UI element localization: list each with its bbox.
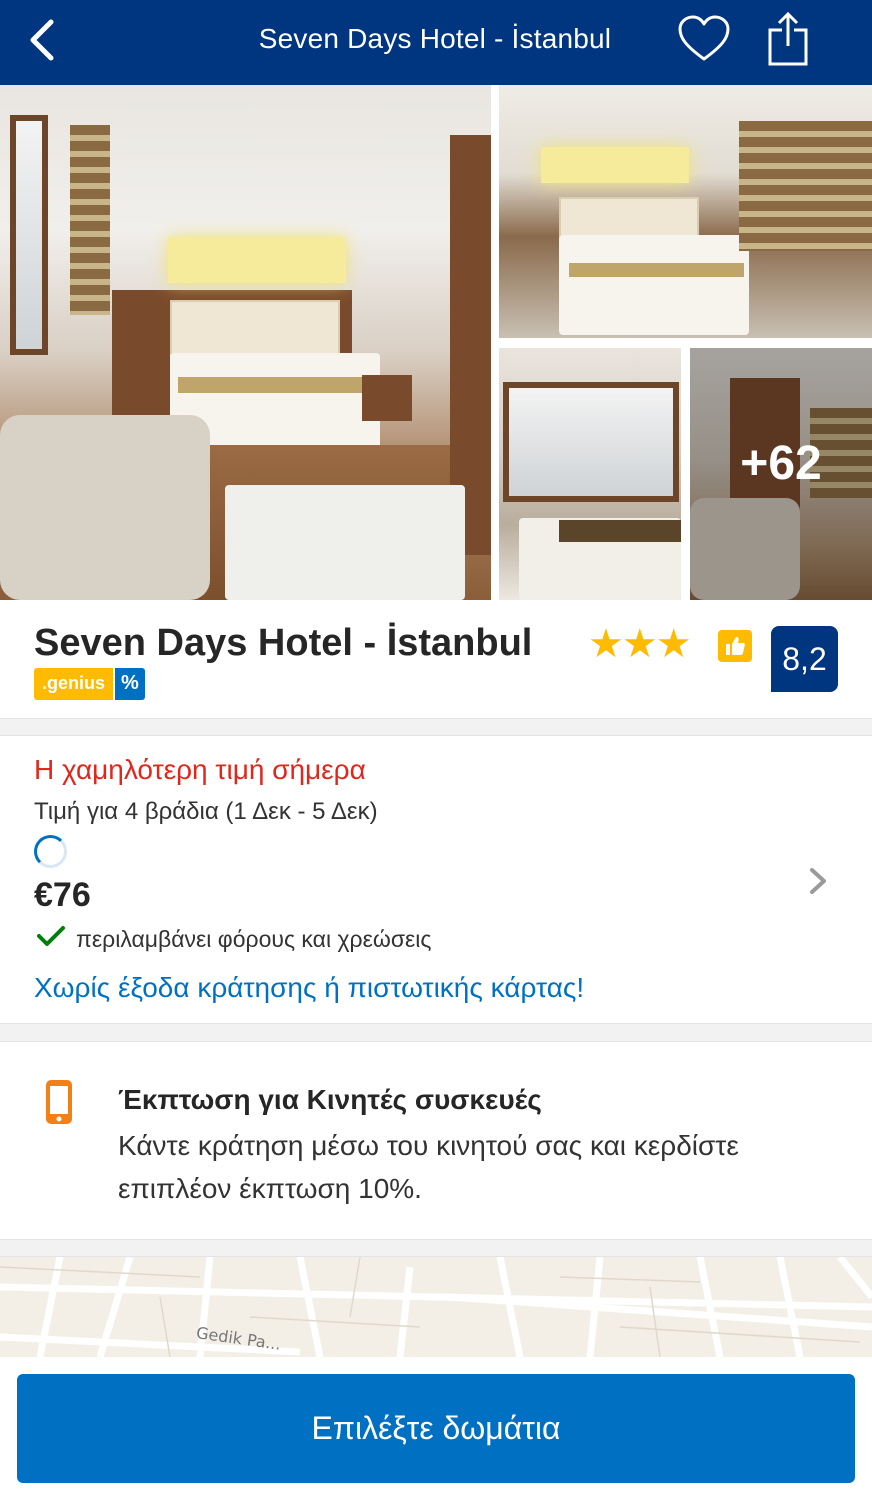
hotel-summary: Seven Days Hotel - İstanbul ★★★ .genius … (0, 600, 872, 718)
room-photo-2[interactable] (499, 85, 872, 338)
star-rating: ★★★ (588, 622, 692, 666)
more-photos-tile[interactable]: +62 (690, 348, 872, 600)
bottom-action-bar: Επιλέξτε δωμάτια (0, 1357, 872, 1500)
section-divider (0, 1239, 872, 1257)
bench (225, 485, 465, 600)
promo-description: Κάντε κράτηση μέσω του κινητού σας και κ… (118, 1130, 739, 1204)
promo-title: Έκπτωση για Κινητές συσκευές (118, 1084, 542, 1115)
hotel-detail-screen: Seven Days Hotel - İstanbul +62 Seven Da… (0, 0, 872, 1500)
heart-outline-icon (678, 15, 730, 61)
mobile-discount-promo: Έκπτωση για Κινητές συσκευές Κάντε κράτη… (0, 1042, 872, 1239)
bed (559, 235, 749, 335)
window-decor (503, 382, 679, 502)
section-divider (0, 718, 872, 736)
main-room-photo[interactable] (0, 85, 491, 600)
favorite-button[interactable] (676, 14, 732, 64)
loading-spinner-icon (34, 835, 67, 868)
genius-label: .genius (34, 668, 114, 700)
no-booking-fee-label: Χωρίς έξοδα κράτησης ή πιστωτικής κάρτας… (34, 972, 585, 1003)
stay-duration-label: Τιμή για 4 βράδια (1 Δεκ - 5 Δεκ) (34, 798, 378, 825)
hotel-name: Seven Days Hotel - İstanbul (34, 622, 533, 664)
sofa (0, 415, 210, 600)
share-icon (768, 11, 808, 66)
headboard-light (168, 237, 346, 283)
price-section[interactable]: Η χαμηλότερη τιμή σήμερα Τιμή για 4 βράδ… (0, 736, 872, 1023)
nav-bar: Seven Days Hotel - İstanbul (0, 0, 872, 85)
blinds-decor (70, 125, 110, 315)
preferred-partner-badge (718, 630, 752, 662)
bed-runner (178, 377, 373, 393)
mobile-phone-icon (46, 1080, 72, 1124)
price-amount: €76 (34, 876, 91, 914)
blinds-decor (739, 121, 872, 251)
window-decor (10, 115, 48, 355)
section-divider (0, 1023, 872, 1042)
nightstand (362, 375, 412, 421)
select-rooms-button[interactable]: Επιλέξτε δωμάτια (17, 1374, 855, 1483)
photo-gallery: +62 (0, 85, 872, 600)
genius-discount-icon: % (115, 668, 145, 700)
taxes-included-label: περιλαμβάνει φόρους και χρεώσεις (76, 926, 432, 952)
headboard-light (541, 147, 689, 183)
lowest-price-label: Η χαμηλότερη τιμή σήμερα (34, 754, 366, 785)
genius-badge: .genius % (34, 668, 145, 700)
nav-title: Seven Days Hotel - İstanbul (258, 23, 612, 54)
back-button[interactable] (22, 16, 62, 64)
more-photos-count: +62 (740, 437, 822, 490)
thumbs-up-icon (726, 637, 745, 655)
map-streets (0, 1257, 872, 1357)
bed-runner (559, 520, 681, 542)
checkmark-icon (37, 926, 65, 946)
map-preview[interactable]: Gedik Pa... (0, 1257, 872, 1357)
room-photo-3[interactable] (499, 348, 681, 600)
chevron-right-icon (810, 868, 826, 894)
chevron-left-icon (30, 19, 54, 61)
share-button[interactable] (762, 10, 814, 68)
review-score-badge[interactable]: 8,2 (771, 626, 838, 692)
bed-runner (569, 263, 744, 277)
